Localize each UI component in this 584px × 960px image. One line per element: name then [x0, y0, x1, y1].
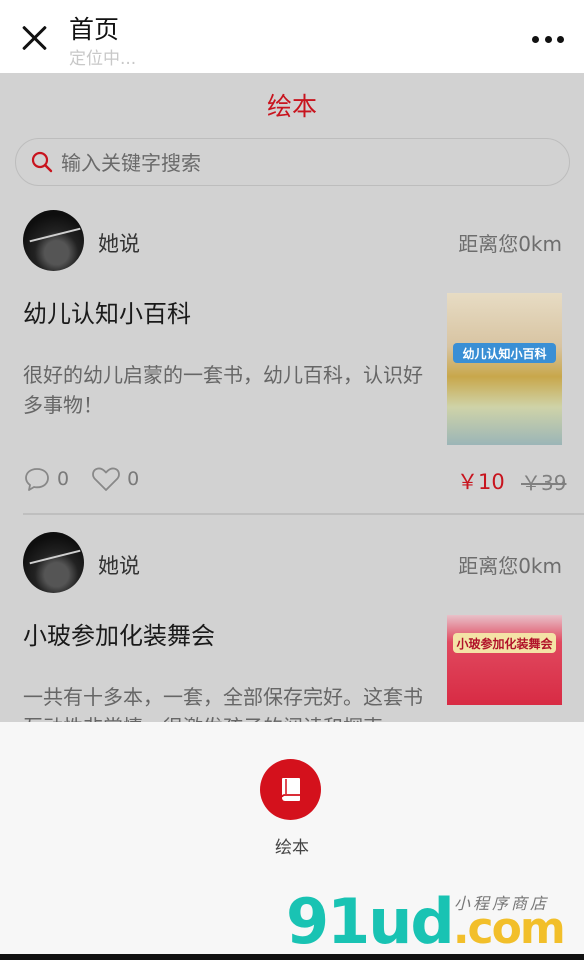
comment-stat[interactable]: 0	[23, 466, 69, 492]
category-label[interactable]: 绘本	[0, 833, 584, 858]
listing-cover-image[interactable]: 幼儿认知小百科	[447, 293, 562, 445]
site-watermark: 91ud.com 小程序商店	[282, 888, 582, 956]
category-title: 绘本	[266, 92, 317, 121]
listing-card[interactable]: 她说 距离您0km 幼儿认知小百科 很好的幼儿启蒙的一套书，幼儿百科，认识好多事…	[0, 208, 584, 513]
nav-title: 首页	[69, 15, 120, 44]
cover-title-text: 小玻参加化装舞会	[456, 637, 553, 651]
top-nav-bar: 首页 定位中...	[0, 0, 584, 73]
listing-stats: 0 0	[23, 464, 161, 494]
picture-book-category-button[interactable]	[260, 759, 321, 820]
watermark-brand: 91ud	[286, 885, 455, 958]
listing-title[interactable]: 幼儿认知小百科	[23, 294, 191, 329]
comment-icon	[25, 468, 49, 491]
seller-name: 她说	[98, 554, 140, 578]
search-input[interactable]	[61, 149, 541, 177]
location-status: 定位中...	[69, 49, 137, 69]
avatar[interactable]	[23, 210, 84, 271]
distance-label: 距离您0km	[458, 554, 562, 578]
listing-description: 一共有十多本，一套，全部保存完好。这套书互动性非常情，很激发孩子的阅读和探索	[23, 685, 423, 723]
book-icon	[280, 777, 300, 801]
price: ￥10	[457, 470, 505, 494]
dimmed-page-content: 绘本 她说 距离您0km 幼儿认知小百科 很好的幼儿启蒙的一套书，幼儿百科，认识…	[0, 73, 584, 723]
heart-icon	[92, 467, 120, 491]
listing-cover-image[interactable]: 小玻参加化装舞会	[447, 615, 562, 705]
listing-card[interactable]: 她说 距离您0km 小玻参加化装舞会 一共有十多本，一套，全部保存完好。这套书互…	[0, 530, 584, 723]
cover-title-text: 幼儿认知小百科	[462, 347, 547, 361]
search-icon	[31, 151, 53, 173]
distance-label: 距离您0km	[458, 232, 562, 256]
card-divider	[23, 513, 584, 515]
search-bar[interactable]	[15, 138, 570, 186]
like-stat[interactable]: 0	[91, 466, 139, 492]
like-count: 0	[127, 468, 140, 490]
more-menu-icon[interactable]	[532, 34, 564, 44]
avatar[interactable]	[23, 532, 84, 593]
bottom-edge-bar	[0, 954, 584, 960]
comment-count: 0	[57, 468, 70, 490]
listing-description: 很好的幼儿启蒙的一套书，幼儿百科，认识好多事物！	[23, 363, 423, 417]
listing-title[interactable]: 小玻参加化装舞会	[23, 616, 215, 651]
watermark-tagline: 小程序商店	[454, 894, 550, 913]
seller-name: 她说	[98, 232, 140, 256]
close-icon[interactable]	[20, 24, 48, 52]
original-price: ￥39	[521, 471, 567, 495]
